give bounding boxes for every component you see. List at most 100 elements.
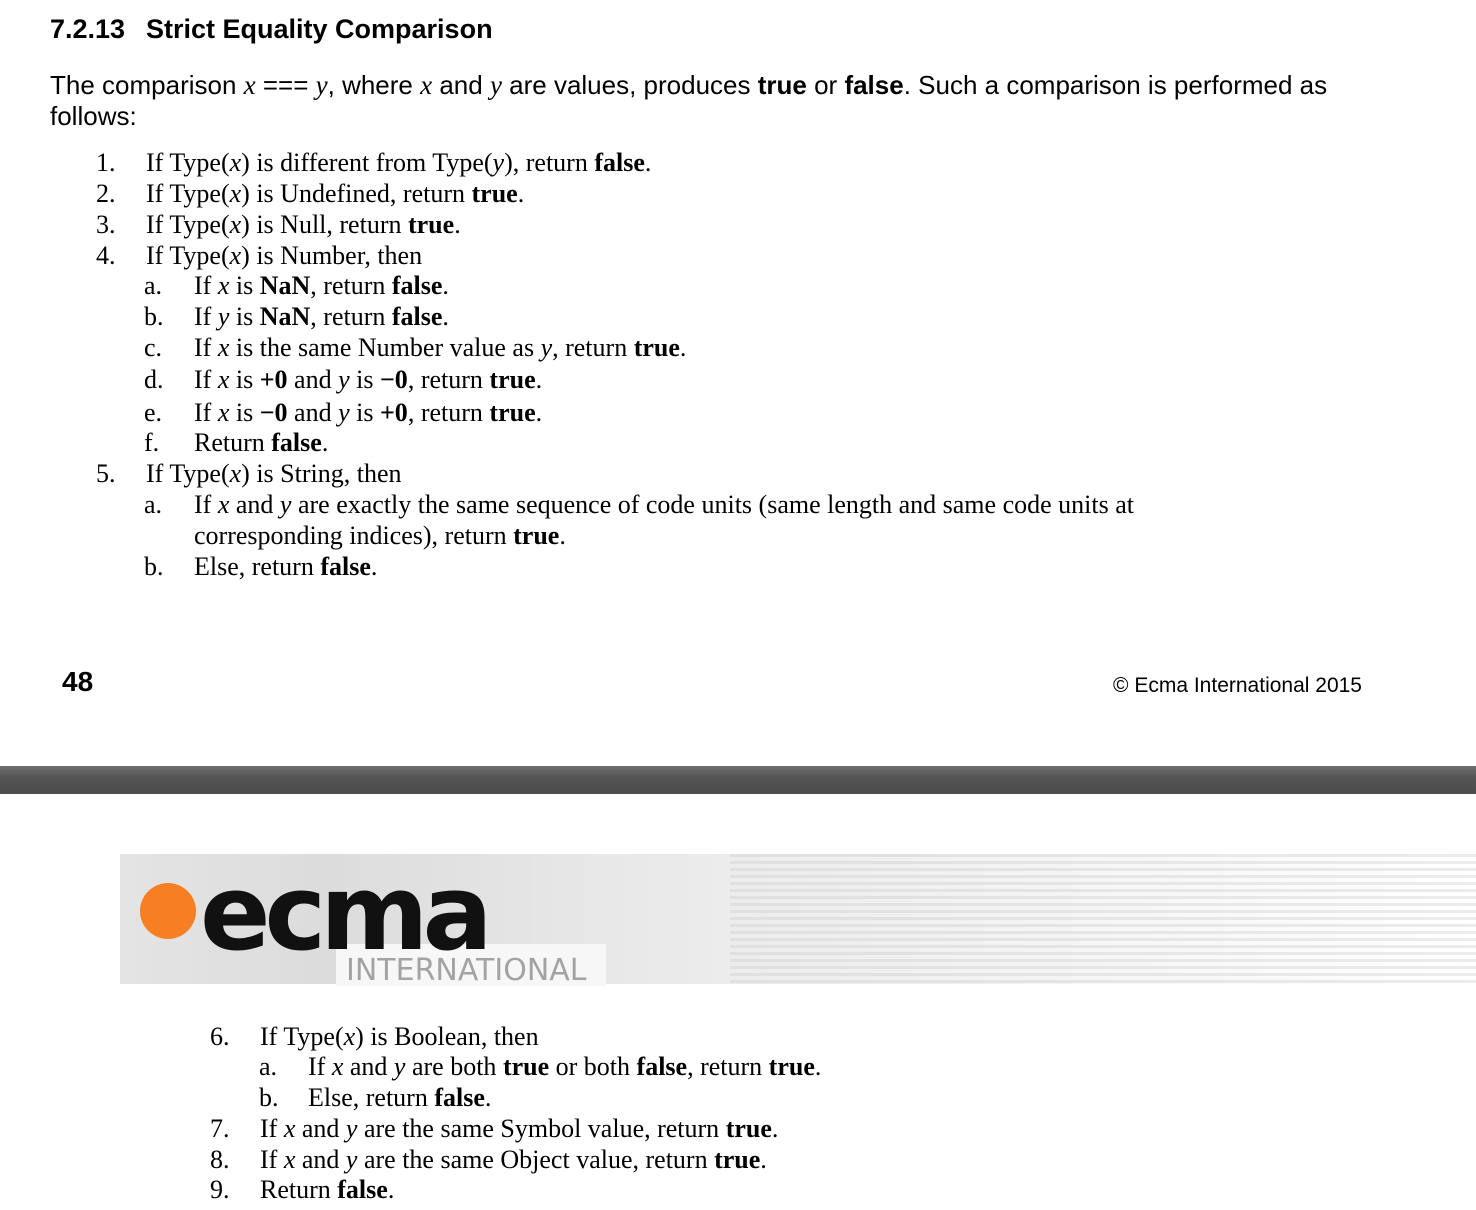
variable: x xyxy=(229,210,242,239)
text-run: and xyxy=(295,1145,346,1174)
text-run: and xyxy=(343,1052,394,1081)
ecma-logo-dot-icon xyxy=(140,883,196,939)
bold-keyword: true xyxy=(725,1114,772,1143)
bold-keyword: NaN xyxy=(259,302,311,331)
text-run: . xyxy=(644,148,652,177)
copyright-notice: © Ecma International 2015 xyxy=(1113,674,1362,697)
bold-keyword: +0 xyxy=(259,365,288,394)
step-text: If Type(x) is Boolean, then xyxy=(260,1022,539,1052)
text-run: . xyxy=(442,271,449,300)
text-run: ) is Null, return xyxy=(241,210,408,239)
text-run: , return xyxy=(310,271,392,300)
bold-keyword: false xyxy=(391,271,443,300)
text-run: If Type( xyxy=(146,459,230,488)
bold-keyword: false xyxy=(391,302,443,331)
variable: y xyxy=(345,1145,358,1174)
step-text: If y is NaN, return false. xyxy=(194,302,449,332)
intro-true: true xyxy=(757,70,807,100)
text-run: . xyxy=(321,428,329,457)
step-label: 6. xyxy=(210,1022,230,1051)
text-run: . xyxy=(535,365,543,394)
text-run: ) is Undefined, return xyxy=(241,179,472,208)
intro-text: , where xyxy=(327,70,421,100)
text-run: . xyxy=(442,302,449,331)
text-run: . xyxy=(771,1114,779,1143)
bold-keyword: true xyxy=(489,365,536,394)
variable: x xyxy=(229,241,242,270)
text-run: If xyxy=(194,365,218,394)
logo-banner-stripes xyxy=(730,854,1476,984)
step-label: e. xyxy=(144,398,163,427)
text-run: If Type( xyxy=(146,241,230,270)
text-run: are both xyxy=(405,1052,503,1081)
intro-text: and xyxy=(432,70,490,100)
text-run: is xyxy=(349,398,380,427)
text-run: , return xyxy=(687,1052,769,1081)
intro-var-y: y xyxy=(489,70,502,100)
step-label: 8. xyxy=(210,1145,230,1174)
text-run: are the same Symbol value, return xyxy=(357,1114,726,1143)
text-run: If xyxy=(194,302,218,331)
step-text: Return false. xyxy=(260,1175,394,1205)
step-label: 2. xyxy=(96,179,116,208)
step-text: If Type(x) is Number, then xyxy=(146,241,422,271)
text-run: ), return xyxy=(504,148,595,177)
bold-keyword: NaN xyxy=(259,271,311,300)
variable: y xyxy=(217,302,230,331)
text-run: ) is String, then xyxy=(241,459,402,488)
step-text: If x and y are both true or both false, … xyxy=(308,1052,821,1082)
variable: y xyxy=(338,398,350,427)
text-run: . xyxy=(814,1052,822,1081)
variable: x xyxy=(217,333,230,362)
bold-keyword: +0 xyxy=(379,398,408,427)
step-text: If Type(x) is Undefined, return true. xyxy=(146,179,524,209)
text-run: ) is different from Type( xyxy=(241,148,493,177)
text-run: are exactly the same sequence of code un… xyxy=(291,490,1134,519)
bold-keyword: false xyxy=(337,1175,388,1204)
text-run: is xyxy=(229,398,260,427)
bold-keyword: false xyxy=(271,428,322,457)
bold-keyword: true xyxy=(502,1052,550,1081)
variable: x xyxy=(343,1022,356,1051)
text-run: is xyxy=(349,365,380,394)
variable: x xyxy=(217,398,230,427)
variable: x xyxy=(229,179,242,208)
text-run: Return xyxy=(260,1175,338,1204)
bold-keyword: false xyxy=(594,148,645,177)
variable: x xyxy=(283,1114,296,1143)
bold-keyword: false xyxy=(434,1083,485,1112)
variable: x xyxy=(217,490,230,519)
step-text: corresponding indices), return true. xyxy=(194,521,566,551)
step-text: If x is +0 and y is −0, return true. xyxy=(194,365,542,395)
bold-keyword: −0 xyxy=(379,365,408,394)
text-run: Return xyxy=(194,428,272,457)
step-label: d. xyxy=(144,365,164,394)
page-number: 48 xyxy=(62,666,94,697)
text-run: . xyxy=(370,552,378,581)
variable: x xyxy=(229,459,242,488)
text-run: is xyxy=(229,302,260,331)
bold-keyword: true xyxy=(714,1145,761,1174)
text-run: If Type( xyxy=(146,179,230,208)
step-label: 4. xyxy=(96,241,116,270)
variable: y xyxy=(338,365,350,394)
step-label: 1. xyxy=(96,148,116,177)
intro-false: false xyxy=(844,70,904,100)
intro-text: The comparison xyxy=(50,70,244,100)
bold-keyword: false xyxy=(320,552,371,581)
text-run: If xyxy=(194,398,218,427)
intro-operator: === xyxy=(255,70,316,100)
step-label: c. xyxy=(144,333,163,362)
step-text: If x and y are exactly the same sequence… xyxy=(194,490,1134,520)
text-run: If xyxy=(194,271,218,300)
variable: x xyxy=(217,271,230,300)
step-text: If Type(x) is String, then xyxy=(146,459,402,489)
intro-var-x: x xyxy=(420,70,433,100)
variable: x xyxy=(229,148,242,177)
step-text: If x is the same Number value as y, retu… xyxy=(194,333,686,363)
step-label: a. xyxy=(144,490,163,519)
text-run: . xyxy=(679,333,687,362)
text-run: and xyxy=(287,398,339,427)
text-run: Else, return xyxy=(194,552,321,581)
step-label: b. xyxy=(259,1083,279,1112)
